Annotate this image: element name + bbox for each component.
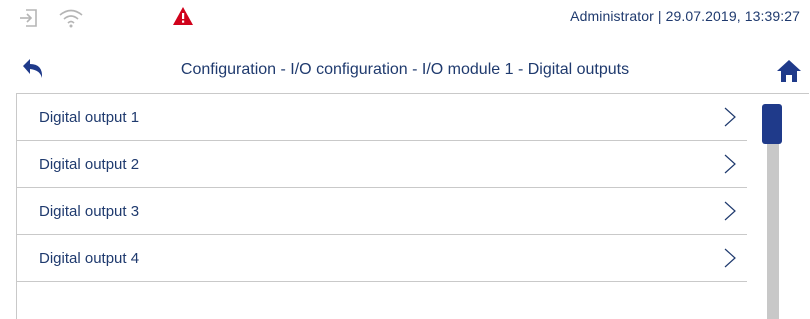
chevron-right-icon	[723, 106, 737, 128]
list-item-label: Digital output 3	[39, 203, 140, 220]
home-icon	[777, 60, 801, 82]
title-bar: Configuration - I/O configuration - I/O …	[0, 50, 810, 92]
chevron-right-icon	[723, 153, 737, 175]
list-item-digital-output-3[interactable]: Digital output 3	[17, 188, 747, 235]
digital-output-list: Digital output 1 Digital output 2 Digita…	[17, 94, 747, 282]
chevron-right-icon	[723, 200, 737, 222]
home-button[interactable]	[774, 56, 804, 86]
login-icon	[18, 8, 40, 33]
list-item-digital-output-1[interactable]: Digital output 1	[17, 94, 747, 141]
list-item-label: Digital output 4	[39, 250, 140, 267]
page-title: Configuration - I/O configuration - I/O …	[180, 61, 630, 78]
scrollbar-thumb[interactable]	[762, 104, 782, 144]
user-datetime-text: Administrator | 29.07.2019, 13:39:27	[570, 8, 800, 24]
chevron-right-icon	[723, 247, 737, 269]
warning-icon[interactable]	[172, 6, 194, 31]
status-bar: Administrator | 29.07.2019, 13:39:27	[0, 0, 810, 36]
scrollbar-track[interactable]	[767, 142, 779, 319]
list-item-digital-output-2[interactable]: Digital output 2	[17, 141, 747, 188]
wifi-icon	[58, 8, 84, 33]
list-item-digital-output-4[interactable]: Digital output 4	[17, 235, 747, 282]
list-item-label: Digital output 2	[39, 156, 140, 173]
content-panel: Digital output 1 Digital output 2 Digita…	[16, 93, 809, 319]
list-item-label: Digital output 1	[39, 109, 140, 126]
